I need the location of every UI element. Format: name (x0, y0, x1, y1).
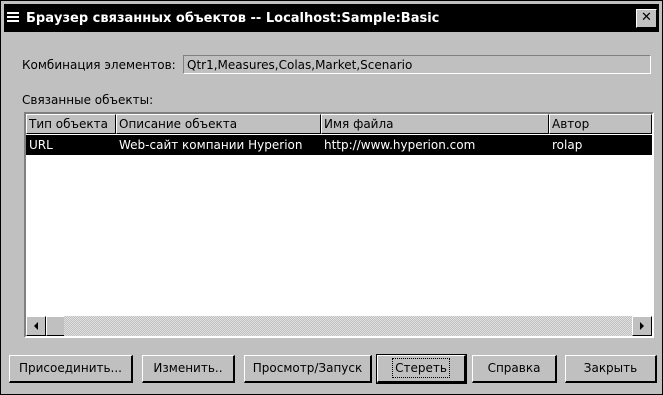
scroll-left-button[interactable] (26, 316, 46, 336)
delete-button-label: Стереть (392, 358, 450, 378)
table-row[interactable]: URL Web-сайт компании Hyperion http://ww… (26, 135, 652, 155)
scroll-track[interactable] (64, 316, 632, 336)
attach-button-label: Присоединить... (18, 361, 122, 375)
title-bar[interactable]: Браузер связанных объектов -- Localhost:… (4, 4, 659, 32)
attach-button[interactable]: Присоединить... (9, 355, 133, 383)
horizontal-scrollbar[interactable] (26, 316, 652, 336)
close-icon[interactable]: ✕ (636, 9, 657, 28)
edit-button[interactable]: Изменить.. (142, 355, 235, 383)
cell-object-description: Web-сайт компании Hyperion (119, 138, 303, 152)
linked-objects-list[interactable]: Тип объекта Описание объекта Имя файла А… (24, 112, 654, 338)
combination-label: Комбинация элементов: (22, 58, 176, 72)
help-button[interactable]: Справка (472, 355, 557, 383)
close-button[interactable]: Закрыть (565, 355, 657, 383)
window-title: Браузер связанных объектов -- Localhost:… (26, 11, 440, 26)
edit-button-label: Изменить.. (153, 361, 223, 375)
cell-file-name: http://www.hyperion.com (324, 138, 476, 152)
help-button-label: Справка (487, 361, 541, 375)
delete-button[interactable]: Стереть (376, 354, 467, 384)
combination-field: Qtr1,Measures,Colas,Market,Scenario (183, 55, 651, 74)
scroll-right-button[interactable] (632, 316, 652, 336)
linked-objects-label: Связанные объекты: (22, 93, 154, 107)
cell-author: rolap (552, 138, 583, 152)
column-header-object-type[interactable]: Тип объекта (26, 114, 116, 134)
close-button-label: Закрыть (583, 361, 638, 375)
view-run-button[interactable]: Просмотр/Запуск (244, 355, 372, 383)
column-header-author[interactable]: Автор (549, 114, 652, 134)
view-run-button-label: Просмотр/Запуск (252, 361, 363, 375)
linked-objects-browser-window: Браузер связанных объектов -- Localhost:… (0, 0, 663, 395)
column-header-file-name[interactable]: Имя файла (321, 114, 549, 134)
arrow-left-icon (34, 322, 38, 330)
system-menu-icon[interactable] (7, 12, 19, 23)
scroll-thumb[interactable] (46, 316, 66, 336)
arrow-right-icon (640, 322, 644, 330)
column-header-object-description[interactable]: Описание объекта (116, 114, 321, 134)
cell-object-type: URL (29, 138, 53, 152)
